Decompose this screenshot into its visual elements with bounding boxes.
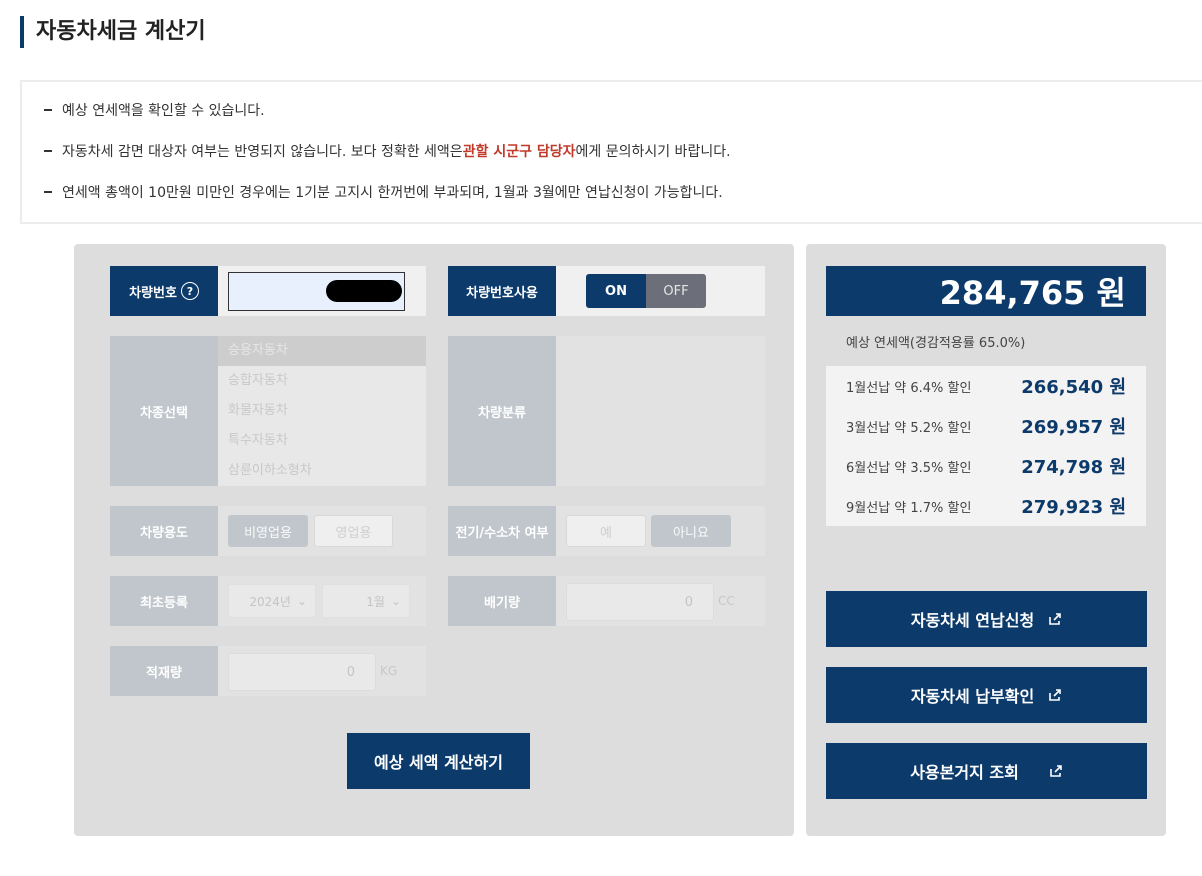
- notice-text: 예상 연세액을 확인할 수 있습니다.: [62, 103, 265, 119]
- discount-label: 3월선납 약 5.2% 할인: [846, 420, 972, 436]
- discount-value: 269,957 원: [1021, 417, 1126, 438]
- notice-text: 에게 문의하시기 바랍니다.: [575, 144, 731, 160]
- discount-label: 1월선납 약 6.4% 할인: [846, 380, 972, 396]
- notice-item: 자동차세 감면 대상자 여부는 반영되지 않습니다. 보다 정확한 세액은 관할…: [44, 141, 1202, 161]
- help-icon[interactable]: ?: [180, 282, 199, 300]
- discount-value: 279,923 원: [1021, 497, 1126, 518]
- displacement-label: 배기량: [448, 576, 556, 626]
- payment-check-label: 자동차세 납부확인: [910, 687, 1035, 706]
- registration-year-value: 2024년: [249, 594, 291, 609]
- toggle-off-button[interactable]: OFF: [646, 274, 706, 308]
- chevron-down-icon: ⌄: [390, 594, 401, 608]
- usage-business-button[interactable]: 영업용: [314, 515, 393, 547]
- notice-item: 연세액 총액이 10만원 미만인 경우에는 1기분 고지시 한꺼번에 부과되며,…: [44, 182, 1202, 202]
- discount-value: 274,798 원: [1021, 457, 1126, 478]
- registration-month-select[interactable]: 1월 ⌄: [322, 584, 410, 618]
- notice-text: 연세액 총액이 10만원 미만인 경우에는 1기분 고지시 한꺼번에 부과되며,…: [62, 185, 723, 201]
- discount-label: 9월선납 약 1.7% 할인: [846, 500, 972, 516]
- load-capacity-label: 적재량: [110, 646, 218, 696]
- notice-box: 예상 연세액을 확인할 수 있습니다. 자동차세 감면 대상자 여부는 반영되지…: [20, 80, 1202, 224]
- discount-label: 6월선납 약 3.5% 할인: [846, 460, 972, 476]
- notice-highlight: 관할 시군구 담당자: [462, 144, 576, 160]
- payment-check-button[interactable]: 자동차세 납부확인: [826, 667, 1147, 723]
- annual-tax-subtitle: 예상 연세액(경감적용률 65.0%): [846, 336, 1026, 351]
- discount-value: 266,540 원: [1021, 377, 1126, 398]
- vehicle-type-option[interactable]: 특수자동차: [218, 426, 426, 456]
- toggle-on-button[interactable]: ON: [586, 274, 646, 308]
- page-title: 자동차세금 계산기: [20, 16, 206, 48]
- ev-no-button[interactable]: 아니요: [651, 515, 731, 547]
- discount-row: 3월선납 약 5.2% 할인 269,957 원: [846, 406, 1126, 446]
- base-location-lookup-button[interactable]: 사용본거지 조회: [826, 743, 1147, 799]
- load-capacity-input[interactable]: 0: [228, 653, 376, 691]
- notice-text: 자동차세 감면 대상자 여부는 반영되지 않습니다. 보다 정확한 세액은: [62, 144, 463, 160]
- annual-tax-total: 284,765 원: [826, 266, 1146, 316]
- ev-yes-button[interactable]: 예: [566, 515, 646, 547]
- calculate-tax-button[interactable]: 예상 세액 계산하기: [347, 733, 530, 789]
- notice-item: 예상 연세액을 확인할 수 있습니다.: [44, 100, 1202, 120]
- annual-payment-application-label: 자동차세 연납신청: [910, 611, 1035, 630]
- dash-bullet-icon: [44, 109, 52, 111]
- vehicle-class-field[interactable]: [556, 336, 765, 486]
- ev-hydrogen-label: 전기/수소차 여부: [448, 506, 556, 556]
- vehicle-type-list[interactable]: 승용자동차 승합자동차 화물자동차 특수자동차 삼륜이하소형차: [218, 336, 426, 486]
- plate-number-redaction: [326, 280, 402, 302]
- prepayment-discount-list: 1월선납 약 6.4% 할인 266,540 원 3월선납 약 5.2% 할인 …: [826, 366, 1146, 526]
- vehicle-type-label: 차종선택: [110, 336, 218, 486]
- plate-use-label: 차량번호사용: [448, 266, 556, 316]
- base-location-lookup-label: 사용본거지 조회: [910, 763, 1019, 782]
- vehicle-type-option[interactable]: 화물자동차: [218, 396, 426, 426]
- displacement-unit: CC: [718, 594, 735, 608]
- vehicle-usage-label: 차량용도: [110, 506, 218, 556]
- external-link-icon: [1049, 613, 1061, 625]
- annual-payment-application-button[interactable]: 자동차세 연납신청: [826, 591, 1147, 647]
- registration-year-select[interactable]: 2024년 ⌄: [228, 584, 316, 618]
- displacement-input[interactable]: 0: [566, 583, 714, 621]
- discount-row: 6월선납 약 3.5% 할인 274,798 원: [846, 446, 1126, 486]
- vehicle-type-option[interactable]: 승용자동차: [218, 336, 426, 366]
- external-link-icon: [1049, 689, 1061, 701]
- registration-month-value: 1월: [366, 594, 385, 609]
- external-link-icon: [1050, 765, 1062, 777]
- plate-use-toggle[interactable]: ON OFF: [586, 274, 706, 308]
- plate-number-label-text: 차량번호: [129, 285, 177, 301]
- plate-number-label: 차량번호 ?: [110, 266, 218, 316]
- vehicle-type-option[interactable]: 승합자동차: [218, 366, 426, 396]
- vehicle-class-label: 차량분류: [448, 336, 556, 486]
- load-capacity-unit: KG: [380, 664, 398, 678]
- discount-row: 9월선납 약 1.7% 할인 279,923 원: [846, 486, 1126, 526]
- dash-bullet-icon: [44, 150, 52, 152]
- usage-nonbusiness-button[interactable]: 비영업용: [228, 515, 308, 547]
- discount-row: 1월선납 약 6.4% 할인 266,540 원: [846, 366, 1126, 406]
- vehicle-type-option[interactable]: 삼륜이하소형차: [218, 456, 426, 486]
- first-registration-label: 최초등록: [110, 576, 218, 626]
- dash-bullet-icon: [44, 191, 52, 193]
- chevron-down-icon: ⌄: [296, 594, 307, 608]
